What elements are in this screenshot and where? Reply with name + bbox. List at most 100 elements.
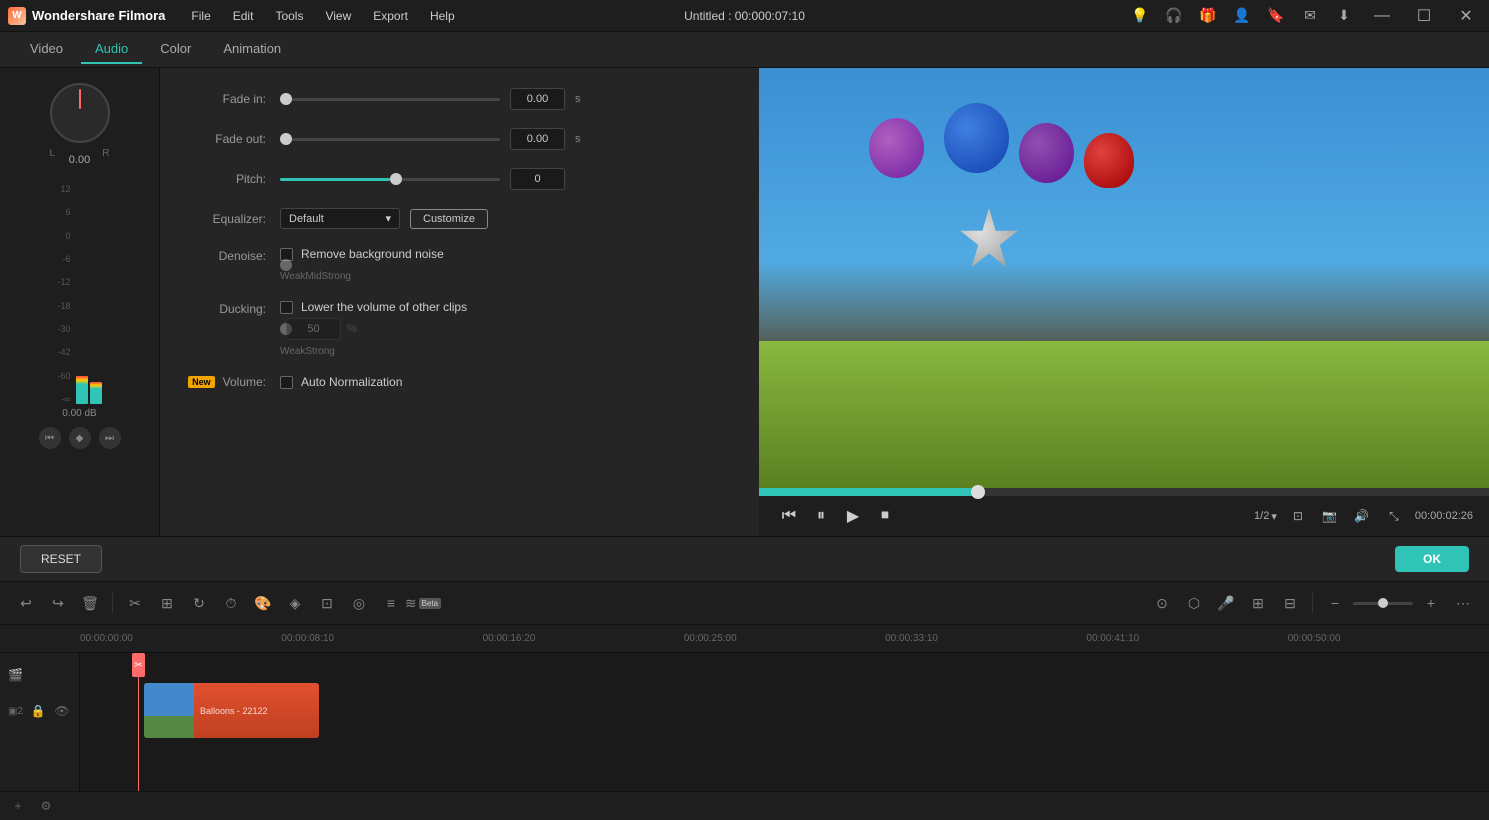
menu-tools[interactable]: Tools xyxy=(265,5,313,27)
denoise-strong: Strong xyxy=(322,271,351,282)
close-button[interactable]: ✕ xyxy=(1451,5,1481,27)
video-progress-thumb[interactable] xyxy=(971,485,985,499)
page-selector[interactable]: 1/2 ▾ xyxy=(1254,510,1277,523)
audio-track-btn[interactable]: ⬡ xyxy=(1180,589,1208,617)
menu-file[interactable]: File xyxy=(181,5,220,27)
volume-row: New Volume: Auto Normalization xyxy=(190,375,729,389)
scissors-icon: ✂ xyxy=(134,660,142,671)
fade-in-thumb[interactable] xyxy=(280,93,292,105)
menu-view[interactable]: View xyxy=(315,5,361,27)
zoom-out-btn[interactable]: − xyxy=(1321,589,1349,617)
speed-button[interactable]: ⏱ xyxy=(217,589,245,617)
bookmark-icon[interactable]: 🔖 xyxy=(1265,5,1287,27)
pitch-value[interactable]: 0 xyxy=(510,168,565,190)
light-icon[interactable]: 💡 xyxy=(1129,5,1151,27)
app-logo: W Wondershare Filmora xyxy=(8,7,165,25)
equalizer-select[interactable]: Default ▾ xyxy=(280,208,400,229)
menu-export[interactable]: Export xyxy=(363,5,418,27)
adjust-button[interactable]: ≡ xyxy=(377,589,405,617)
volume-control: Auto Normalization xyxy=(280,375,729,389)
download-icon[interactable]: ⬇ xyxy=(1333,5,1355,27)
cut-button[interactable]: ✂ xyxy=(121,589,149,617)
zoom-thumb[interactable] xyxy=(1378,598,1388,608)
titlebar-right: 💡 🎧 🎁 👤 🔖 ✉ ⬇ — ☐ ✕ xyxy=(1129,5,1481,27)
pitch-control: 0 xyxy=(280,168,729,190)
color-button[interactable]: 🎨 xyxy=(249,589,277,617)
ai-tools-button[interactable]: ≋ Beta xyxy=(409,589,437,617)
mail-icon[interactable]: ✉ xyxy=(1299,5,1321,27)
pitch-thumb[interactable] xyxy=(390,173,402,185)
stabilize-button[interactable]: ◎ xyxy=(345,589,373,617)
crop-button[interactable]: ⊞ xyxy=(153,589,181,617)
tab-audio[interactable]: Audio xyxy=(81,35,142,64)
db-label: 0.00 dB xyxy=(62,408,96,419)
fade-in-value[interactable]: 0.00 xyxy=(510,88,565,110)
mask-button[interactable]: ◈ xyxy=(281,589,309,617)
playhead-handle[interactable]: ✂ xyxy=(132,653,145,677)
add-track-btn[interactable]: + xyxy=(8,796,28,816)
timeline-tracks[interactable]: ✂ Balloons - 22122 xyxy=(80,653,1489,791)
rotate-button[interactable]: ↻ xyxy=(185,589,213,617)
pitch-slider[interactable] xyxy=(280,178,500,181)
undo-button[interactable]: ↩ xyxy=(12,589,40,617)
voice-btn[interactable]: 🎤 xyxy=(1212,589,1240,617)
video-clip[interactable]: Balloons - 22122 xyxy=(144,683,319,738)
customize-button[interactable]: Customize xyxy=(410,209,488,229)
volume-btn[interactable]: 🔊 xyxy=(1351,505,1373,527)
fade-in-control: 0.00 s xyxy=(280,88,729,110)
ok-button[interactable]: OK xyxy=(1395,546,1469,572)
menu-help[interactable]: Help xyxy=(420,5,465,27)
ducking-checkbox[interactable] xyxy=(280,301,293,314)
reset-button[interactable]: RESET xyxy=(20,545,102,573)
denoise-strength-labels: Weak Mid Strong xyxy=(280,271,351,282)
stop-btn[interactable]: ⏹ xyxy=(871,502,899,530)
video-progress[interactable] xyxy=(759,488,1489,496)
split-screen-btn[interactable]: ⊟ xyxy=(1276,589,1304,617)
redo-button[interactable]: ↪ xyxy=(44,589,72,617)
sky xyxy=(759,68,1489,341)
balloon-scene xyxy=(759,68,1489,488)
gift-icon[interactable]: 🎁 xyxy=(1197,5,1219,27)
step-forward-btn[interactable]: ⏸ xyxy=(807,502,835,530)
time-mark-1: 00:00:08:10 xyxy=(281,633,482,644)
maximize-button[interactable]: ☐ xyxy=(1409,5,1439,27)
fade-out-thumb[interactable] xyxy=(280,133,292,145)
fade-out-slider[interactable] xyxy=(280,138,500,141)
camera-btn[interactable]: 📷 xyxy=(1319,505,1341,527)
minimize-button[interactable]: — xyxy=(1367,5,1397,27)
timeline-header: 00:00:00:00 00:00:08:10 00:00:16:20 00:0… xyxy=(0,625,1489,653)
tab-color[interactable]: Color xyxy=(146,35,205,64)
eye-icon[interactable]: 👁 xyxy=(53,701,71,721)
reset-level-btn[interactable]: ◆ xyxy=(69,427,91,449)
step-back-btn[interactable]: ⏮ xyxy=(775,502,803,530)
volume-knob[interactable]: L R xyxy=(45,78,115,148)
knob-circle[interactable] xyxy=(50,83,110,143)
ducking-checkbox-label: Lower the volume of other clips xyxy=(301,300,467,314)
prev-btn[interactable]: ⏮ xyxy=(39,427,61,449)
tab-video[interactable]: Video xyxy=(16,35,77,64)
play-btn[interactable]: ▶ xyxy=(839,502,867,530)
delete-button[interactable]: 🗑 xyxy=(76,589,104,617)
fade-in-slider[interactable] xyxy=(280,98,500,101)
balloon-dark-purple xyxy=(1019,123,1074,183)
zoom-in-btn[interactable]: + xyxy=(1417,589,1445,617)
zoom-slider[interactable] xyxy=(1353,602,1413,605)
tab-animation[interactable]: Animation xyxy=(209,35,295,64)
equalizer-label: Equalizer: xyxy=(190,212,280,226)
color-grade-btn[interactable]: ⊙ xyxy=(1148,589,1176,617)
timeline-settings-btn[interactable]: ⚙ xyxy=(36,796,56,816)
lock-icon[interactable]: 🔒 xyxy=(29,701,47,721)
auto-norm-checkbox[interactable] xyxy=(280,376,293,389)
more-btn[interactable]: ⋯ xyxy=(1449,589,1477,617)
meter-bar-right xyxy=(90,382,102,404)
fullscreen-btn[interactable]: ⤡ xyxy=(1383,505,1405,527)
headphone-icon[interactable]: 🎧 xyxy=(1163,5,1185,27)
fade-out-value[interactable]: 0.00 xyxy=(510,128,565,150)
user-icon[interactable]: 👤 xyxy=(1231,5,1253,27)
zoom-control xyxy=(1353,602,1413,605)
next-btn[interactable]: ⏭ xyxy=(99,427,121,449)
screen-btn[interactable]: ⊡ xyxy=(1287,505,1309,527)
subtitle-btn[interactable]: ⊞ xyxy=(1244,589,1272,617)
menu-edit[interactable]: Edit xyxy=(223,5,264,27)
split-button[interactable]: ⊡ xyxy=(313,589,341,617)
